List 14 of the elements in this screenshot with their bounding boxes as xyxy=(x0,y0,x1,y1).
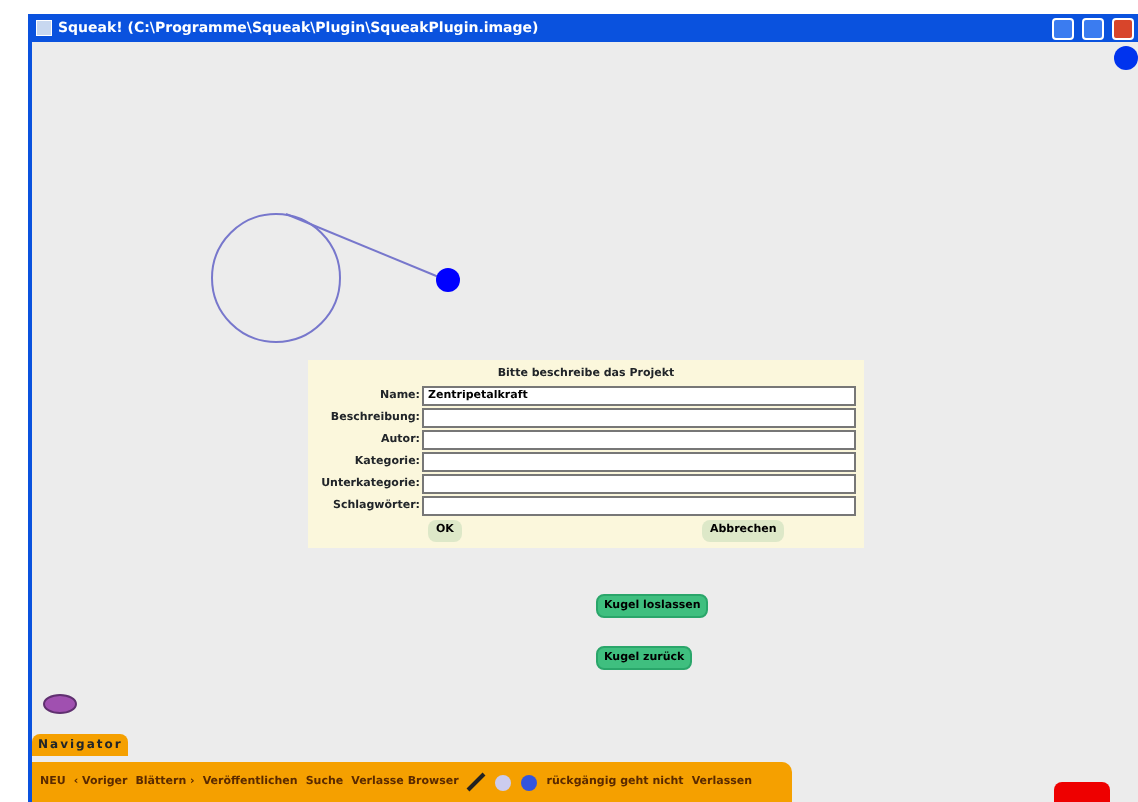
globe-icon[interactable] xyxy=(520,773,539,791)
input-field[interactable] xyxy=(422,408,856,429)
navigator-icon[interactable] xyxy=(42,694,78,714)
paintbrush-icon[interactable] xyxy=(466,772,487,792)
logout-button[interactable] xyxy=(1054,782,1110,802)
input-field[interactable] xyxy=(422,430,856,451)
ball-icon[interactable] xyxy=(1114,44,1138,72)
input-field[interactable] xyxy=(422,452,856,473)
input-field[interactable] xyxy=(422,496,856,517)
app-icon xyxy=(36,20,52,36)
close-button[interactable] xyxy=(1112,17,1134,39)
input-field[interactable] xyxy=(422,474,856,495)
minimize-button[interactable] xyxy=(1052,17,1074,39)
maximize-button[interactable] xyxy=(1082,17,1104,39)
